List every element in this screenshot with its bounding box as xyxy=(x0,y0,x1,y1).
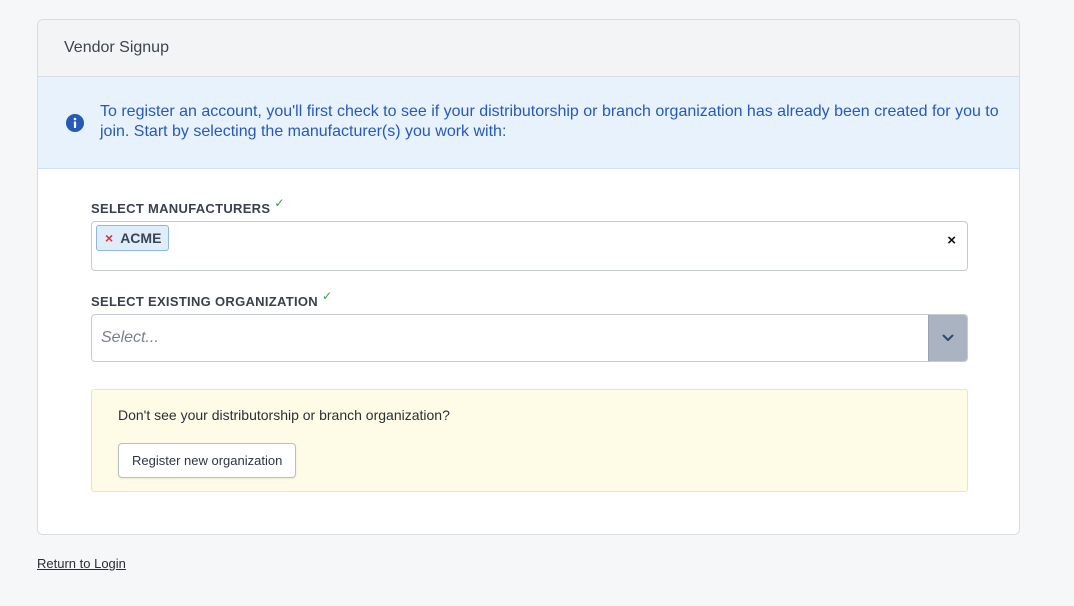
organization-valid-check-icon: ✓ xyxy=(322,289,333,303)
manufacturers-label-text: SELECT MANUFACTURERS xyxy=(91,201,271,216)
info-banner: To register an account, you'll first che… xyxy=(38,77,1019,169)
organization-label: SELECT EXISTING ORGANIZATION ✓ xyxy=(91,289,332,309)
chip-label: ACME xyxy=(120,230,162,246)
dropdown-toggle[interactable] xyxy=(928,315,967,361)
register-org-notice: Don't see your distributorship or branch… xyxy=(91,389,968,492)
clear-all-icon[interactable]: × xyxy=(947,232,956,249)
organization-select[interactable]: Select... xyxy=(91,314,968,362)
chevron-down-icon xyxy=(942,334,954,341)
notice-text: Don't see your distributorship or branch… xyxy=(118,407,450,423)
manufacturer-chip-acme: × ACME xyxy=(96,225,170,251)
card-header: Vendor Signup xyxy=(38,20,1019,77)
manufacturers-multiselect[interactable]: × ACME × xyxy=(91,221,968,271)
card-title: Vendor Signup xyxy=(64,39,169,56)
register-new-organization-button[interactable]: Register new organization xyxy=(118,443,297,478)
info-icon xyxy=(66,114,84,132)
return-to-login-link[interactable]: Return to Login xyxy=(37,556,126,571)
chip-remove-icon[interactable]: × xyxy=(105,230,113,246)
vendor-signup-card: Vendor Signup To register an account, yo… xyxy=(37,19,1020,535)
organization-label-text: SELECT EXISTING ORGANIZATION xyxy=(91,294,319,309)
organization-select-placeholder: Select... xyxy=(101,329,159,346)
info-message: To register an account, you'll first che… xyxy=(100,103,999,140)
manufacturers-label: SELECT MANUFACTURERS ✓ xyxy=(91,196,285,216)
manufacturers-valid-check-icon: ✓ xyxy=(274,196,285,210)
